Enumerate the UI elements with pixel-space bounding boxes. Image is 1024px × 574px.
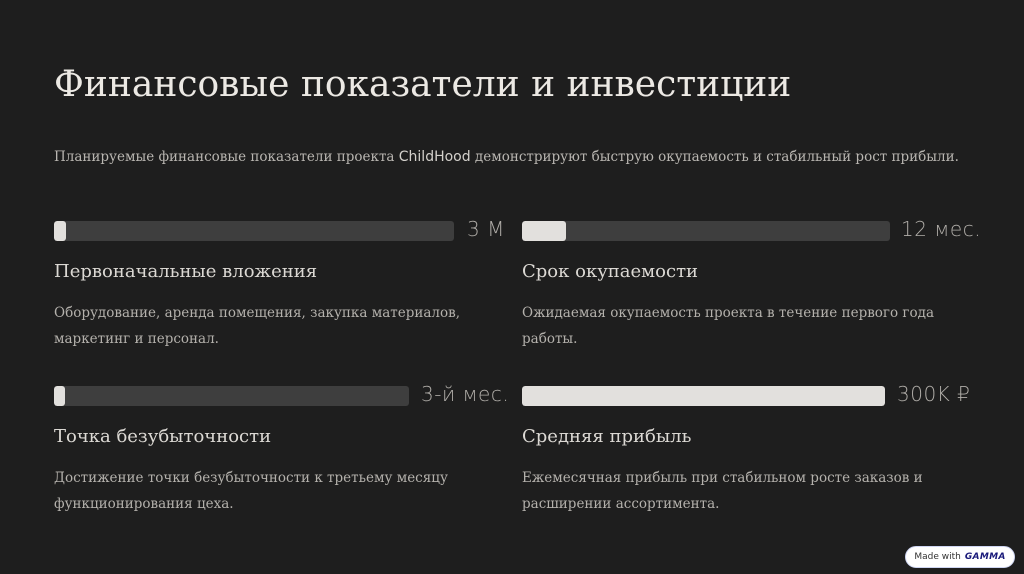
progress-bar [522, 221, 890, 241]
progress-bar [54, 386, 409, 406]
subtitle-text-after: демонстрируют быструю окупаемость и стаб… [470, 149, 959, 165]
subtitle-text-before: Планируемые финансовые показатели проект… [54, 149, 399, 165]
metric-title: Первоначальные вложения [54, 261, 318, 282]
subtitle-brand: ChildHood [398, 149, 471, 165]
metric-title: Срок окупаемости [522, 261, 699, 282]
metric-value: 3-й мес. [421, 382, 510, 406]
progress-bar [522, 386, 885, 406]
metric-description: Оборудование, аренда помещения, закупка … [54, 305, 461, 347]
slide-subtitle: Планируемые финансовые показатели проект… [54, 149, 959, 165]
slide-title: Финансовые показатели и инвестиции [54, 64, 792, 105]
progress-fill [522, 386, 885, 406]
metric-value: 3 М [467, 217, 505, 241]
metric-description: Ежемесячная прибыль при стабильном росте… [522, 470, 923, 512]
metric-title: Средняя прибыль [522, 426, 692, 447]
metric-value: 12 мес. [901, 217, 982, 241]
metric-description: Достижение точки безубыточности к третье… [54, 470, 448, 512]
metric-title: Точка безубыточности [54, 426, 272, 447]
metric-value: 300K ₽ [897, 382, 971, 406]
gamma-logo: GAMMA [964, 552, 1006, 562]
made-with-gamma-badge[interactable]: Made with GAMMA [905, 546, 1015, 568]
badge-prefix: Made with [914, 552, 961, 562]
progress-bar [54, 221, 454, 241]
metric-description: Ожидаемая окупаемость проекта в течение … [522, 305, 934, 347]
progress-fill [54, 386, 65, 406]
progress-fill [522, 221, 566, 241]
progress-fill [54, 221, 66, 241]
